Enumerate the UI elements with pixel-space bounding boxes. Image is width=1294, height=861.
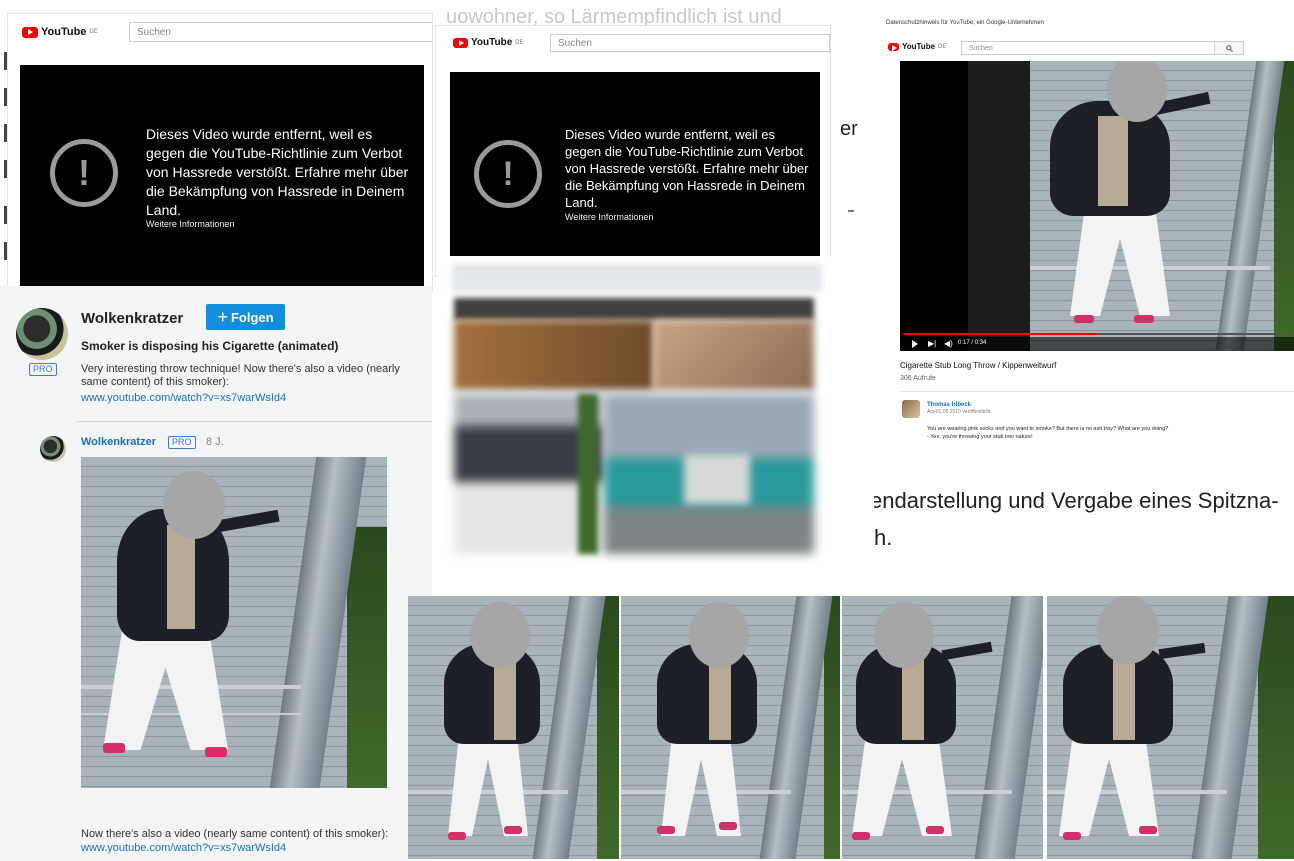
privacy-notice[interactable]: Datenschutzhinweis für YouTube, ein Goog… <box>886 20 1044 26</box>
youtube-screenshot-2: YouTube DE Suchen ! Dieses Video wurde e… <box>436 26 830 276</box>
pro-badge: PRO <box>29 363 57 376</box>
doc-line-right-1: er <box>840 118 858 140</box>
search-input[interactable]: Suchen <box>961 41 1215 55</box>
plus-icon: + <box>217 306 228 327</box>
channel-name[interactable]: Thomas Irlbeck <box>927 402 971 408</box>
next-icon[interactable]: ▶| <box>928 340 936 348</box>
video-title: Cigarette Stub Long Throw / Kippenweitwu… <box>900 361 1057 370</box>
publish-date: Am 01.05.2010 veröffentlicht <box>927 409 991 415</box>
frame-3 <box>842 596 1043 859</box>
comment-avatar[interactable] <box>40 436 66 462</box>
blurred-face <box>1097 596 1159 664</box>
youtube-play-icon <box>22 26 38 38</box>
removed-video-player: ! Dieses Video wurde entfernt, weil es g… <box>450 72 820 256</box>
doc-line-right-3: h. <box>874 525 893 550</box>
youtube-logo[interactable]: YouTube DE <box>22 26 98 38</box>
youtube-logo-region: DE <box>515 39 524 46</box>
more-info-link[interactable]: Weitere Informationen <box>146 219 234 229</box>
animated-photo[interactable] <box>81 457 387 788</box>
search-input[interactable]: Suchen <box>129 22 432 42</box>
comment-text: Now there's also a video (nearly same co… <box>81 828 389 840</box>
warning-icon: ! <box>50 139 118 207</box>
youtube-logo-region: DE <box>938 43 947 50</box>
youtube-logo-text: YouTube <box>471 37 513 48</box>
frame-4 <box>1047 596 1294 859</box>
blurred-toolbar <box>452 264 822 292</box>
youtube-play-icon <box>888 42 899 51</box>
blurred-face <box>163 471 225 539</box>
blurred-image-green <box>578 394 598 554</box>
blurred-face <box>689 602 749 668</box>
more-info-link[interactable]: Weitere Informationen <box>565 212 653 222</box>
blurred-face <box>874 602 934 668</box>
search-placeholder: Suchen <box>969 44 993 52</box>
comment-pro-badge: PRO <box>168 436 196 449</box>
removed-message: Dieses Video wurde entfernt, weil es geg… <box>146 126 409 218</box>
search-placeholder: Suchen <box>137 26 171 38</box>
video-progress-fill <box>904 333 1097 335</box>
view-count: 306 Aufrufe <box>900 375 936 382</box>
comment-author[interactable]: Wolkenkratzer <box>81 436 156 448</box>
channel-avatar[interactable] <box>902 400 920 418</box>
video-player[interactable]: ▶| ◀) 0:17 / 0:34 <box>900 61 1294 351</box>
youtube-logo[interactable]: YouTube DE <box>453 37 524 48</box>
blurred-image-floor <box>654 320 814 390</box>
removed-video-player: ! Dieses Video wurde entfernt, weil es g… <box>20 65 424 290</box>
description-line-1: You are wearing pink socks and you want … <box>927 426 1169 432</box>
follow-button[interactable]: + Folgen <box>206 304 285 330</box>
comment-age: 8 J. <box>206 436 224 448</box>
doc-line-right-2: endarstellung und Vergabe eines Spitzna- <box>870 488 1279 513</box>
warning-icon: ! <box>474 140 542 208</box>
video-frame <box>1030 61 1294 351</box>
follow-label: Folgen <box>230 309 274 325</box>
search-icon <box>1225 44 1233 52</box>
volume-icon[interactable]: ◀) <box>944 340 953 348</box>
doc-dash <box>848 210 854 212</box>
comment-link[interactable]: www.youtube.com/watch?v=xs7warWsId4 <box>81 842 286 854</box>
removed-message: Dieses Video wurde entfernt, weil es geg… <box>565 127 809 210</box>
blurred-face <box>470 602 530 668</box>
photo-post: PRO Wolkenkratzer + Folgen Smoker is dis… <box>0 286 432 861</box>
youtube-logo-text: YouTube <box>41 26 87 38</box>
divider <box>900 391 1294 392</box>
blurred-image-sign <box>684 454 750 504</box>
frame-1 <box>408 596 619 859</box>
search-placeholder: Suchen <box>558 37 592 49</box>
video-progress-bar[interactable] <box>904 333 1290 335</box>
post-description: Very interesting throw technique! Now th… <box>81 363 400 388</box>
play-icon[interactable] <box>912 340 918 348</box>
description-line-2: - Yes, you're throwing your stub into na… <box>927 434 1033 440</box>
author-avatar[interactable] <box>16 308 68 360</box>
youtube-screenshot-1: YouTube DE Suchen ! Dieses Video wurde e… <box>8 14 432 290</box>
youtube-logo-region: DE <box>89 29 98 35</box>
author-name[interactable]: Wolkenkratzer <box>81 310 183 327</box>
frame-strip <box>406 594 1294 861</box>
video-time: 0:17 / 0:34 <box>958 340 987 346</box>
search-input[interactable]: Suchen <box>550 34 830 52</box>
divider <box>76 421 432 422</box>
youtube-logo-text: YouTube <box>902 42 936 51</box>
post-title: Smoker is disposing his Cigarette (anima… <box>81 339 339 353</box>
blurred-image-wood <box>454 320 654 390</box>
blurred-image-topbar <box>454 298 814 320</box>
video-left-panel <box>968 61 1030 351</box>
youtube-play-icon <box>453 37 468 48</box>
youtube-screenshot-3: Datenschutzhinweis für YouTube, ein Goog… <box>880 12 1294 460</box>
search-button[interactable] <box>1214 41 1244 55</box>
youtube-logo[interactable]: YouTube DE <box>888 42 946 51</box>
frame-2 <box>621 596 840 859</box>
post-link[interactable]: www.youtube.com/watch?v=xs7warWsId4 <box>81 392 286 404</box>
blurred-screenshot <box>438 256 874 562</box>
